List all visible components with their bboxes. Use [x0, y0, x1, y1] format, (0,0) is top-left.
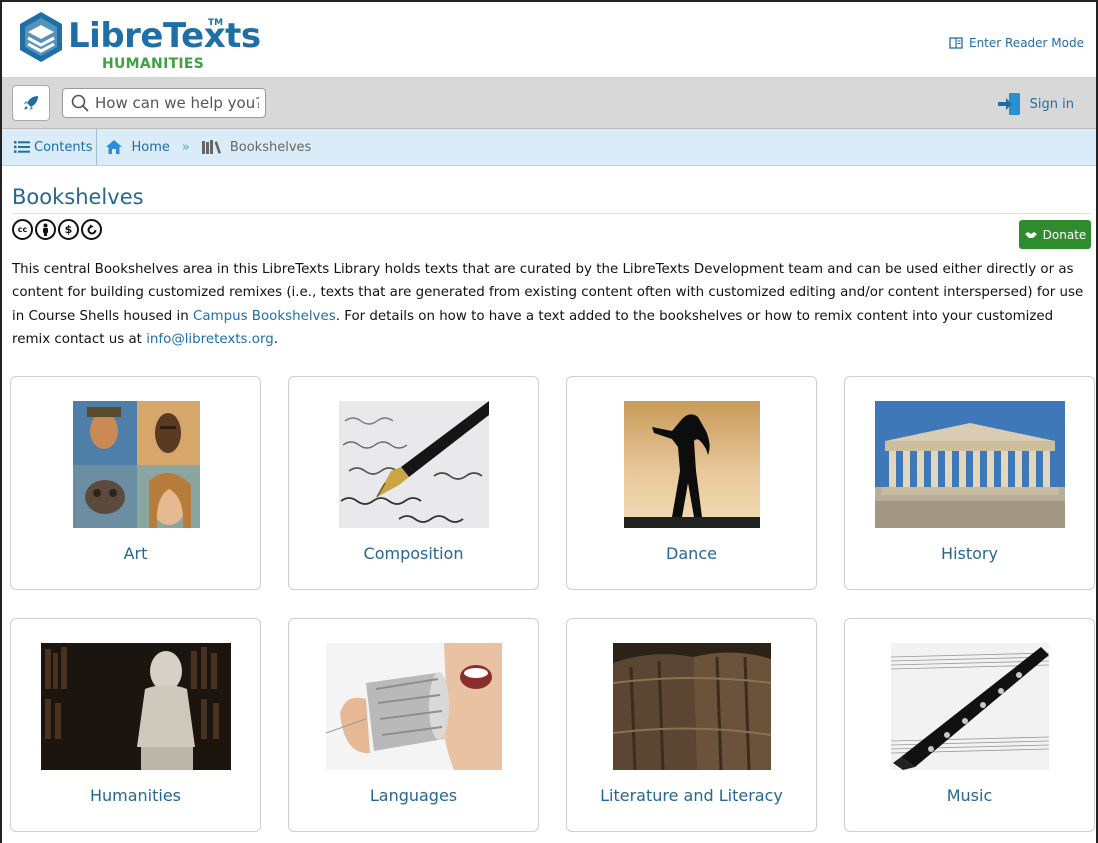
sign-in-icon [997, 93, 1020, 115]
breadcrumb-separator: » [181, 139, 190, 155]
rocket-icon [24, 96, 38, 110]
breadcrumb-current: Bookshelves [201, 139, 312, 155]
reader-mode-link[interactable]: Enter Reader Mode [949, 36, 1084, 50]
art-collage-image [73, 401, 200, 528]
home-icon [106, 140, 123, 154]
shelf-card-languages[interactable]: Languages [288, 618, 539, 832]
shelf-card-art[interactable]: Art [10, 376, 261, 590]
shelf-card-literature[interactable]: Literature and Literacy [566, 618, 817, 832]
libretexts-logo[interactable]: LibreTexts TM HUMANITIES [16, 10, 261, 74]
email-link[interactable]: info@libretexts.org [146, 332, 274, 347]
donate-label: Donate [1042, 227, 1087, 242]
logo-library-name: HUMANITIES [102, 56, 205, 72]
bookshelf-icon [201, 140, 221, 154]
shelf-card-humanities[interactable]: Humanities [10, 618, 261, 832]
parthenon-image [875, 401, 1065, 528]
search-box[interactable] [62, 88, 266, 118]
top-toolbar: Sign in [2, 78, 1096, 129]
shelf-label: Art [123, 544, 148, 563]
rocket-menu-button[interactable] [12, 85, 50, 121]
clarinet-sheet-music-image [891, 643, 1049, 770]
search-icon [71, 94, 89, 112]
nc-icon: $ [58, 219, 79, 240]
site-header: LibreTexts TM HUMANITIES Enter Reader Mo… [2, 2, 1096, 78]
donate-button[interactable]: Donate [1019, 220, 1091, 249]
contents-button[interactable]: Contents [2, 129, 98, 165]
reader-mode-label: Enter Reader Mode [968, 36, 1084, 50]
dancer-silhouette-image [624, 401, 760, 528]
license-icons[interactable]: cc $ [12, 219, 102, 240]
shelf-card-composition[interactable]: Composition [288, 376, 539, 590]
page-description: This central Bookshelves area in this Li… [12, 258, 1088, 351]
campus-bookshelves-link[interactable]: Campus Bookshelves [193, 309, 336, 324]
shelf-label: Humanities [89, 786, 182, 805]
shelf-label: Music [946, 786, 993, 805]
breadcrumb-home-label: Home [131, 139, 170, 155]
breadcrumb-home[interactable]: Home [105, 139, 170, 155]
shelf-label: Literature and Literacy [600, 786, 783, 805]
shelf-label: History [941, 544, 998, 563]
old-books-image [613, 643, 771, 770]
logo-trademark: TM [208, 18, 224, 28]
shelf-label: Dance [666, 544, 717, 563]
shelf-card-music[interactable]: Music [844, 618, 1095, 832]
page-title: Bookshelves [12, 185, 144, 209]
description-text-3: . [273, 331, 278, 347]
search-input[interactable] [95, 94, 259, 112]
list-icon [14, 141, 30, 153]
sa-icon [81, 219, 102, 240]
by-icon [35, 219, 56, 240]
book-open-icon [949, 37, 963, 49]
fountain-pen-image [339, 401, 489, 528]
library-bust-image [41, 643, 231, 770]
shelf-card-history[interactable]: History [844, 376, 1095, 590]
cc-icon: cc [12, 219, 33, 240]
breadcrumb: Contents Home » Bookshelves [2, 129, 1096, 166]
shelf-card-dance[interactable]: Dance [566, 376, 817, 590]
handshake-icon [1024, 231, 1037, 238]
title-divider [12, 213, 1090, 214]
tin-can-phone-image [326, 643, 502, 770]
logo-wordmark: LibreTexts [68, 16, 261, 56]
shelf-label: Composition [363, 544, 464, 563]
sign-in-label: Sign in [1029, 96, 1074, 112]
breadcrumb-current-label: Bookshelves [229, 139, 312, 155]
shelf-label: Languages [369, 786, 458, 805]
logo-icon [20, 12, 62, 62]
sign-in-button[interactable]: Sign in [996, 91, 1074, 117]
contents-label: Contents [34, 139, 93, 155]
